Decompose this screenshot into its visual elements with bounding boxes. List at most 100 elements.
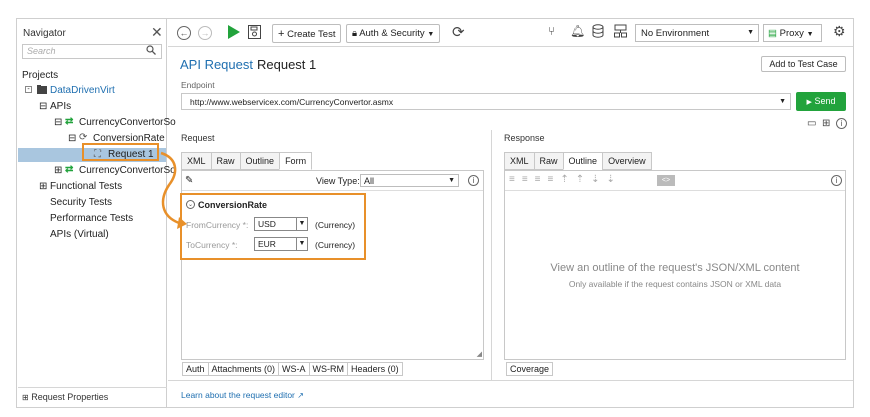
create-test-label: Create Test [287,29,336,40]
view-type-value: All [364,176,375,186]
plus-icon: + [278,28,285,40]
info-icon[interactable]: i [836,118,847,129]
add-to-test-case-button[interactable]: Add to Test Case [761,56,846,72]
info-icon[interactable]: i [831,175,842,186]
navigator-panel: Navigator ✕ Search Projects - DataDriven… [17,19,176,407]
bell-icon[interactable]: 🔔︎ [570,24,585,38]
request-properties-label: Request Properties [31,392,109,402]
environment-value: No Environment [641,28,710,39]
learn-more-link[interactable]: Learn about the request editor ↗ [181,390,304,400]
tree-item-performance-tests[interactable]: Performance Tests [50,213,133,224]
auth-security-label: Auth & Security [359,28,425,39]
tab-ws-a[interactable]: WS-A [278,362,310,376]
endpoint-label: Endpoint [181,80,215,90]
send-label: Send [814,96,836,106]
proxy-label: Proxy [779,28,804,39]
expand-icon[interactable]: ⊞ [39,181,47,192]
tab-raw[interactable]: Raw [210,152,241,170]
toolbar: ← → + Create Test 🔒︎ Auth & Security ▼ ⟳… [168,19,853,47]
view-type-label: View Type: [316,176,360,186]
endpoint-value: http://www.webservicex.com/CurrencyConve… [190,97,394,107]
request-tabs: XML Raw Outline Form [181,152,313,170]
format-toolbar-icons: ≡≡≡≡⇡⇡⇣⇣ [509,174,622,185]
tab-raw[interactable]: Raw [533,152,564,170]
learn-more-label: Learn about the request editor [181,390,295,400]
page-title-type: API Request [180,57,253,72]
view-type-select[interactable]: All ▼ [360,174,459,187]
save-icon[interactable] [248,25,261,42]
response-label: Response [504,133,545,143]
divider [505,190,845,191]
collapse-icon[interactable]: - [25,86,32,93]
tree-item-project[interactable]: DataDrivenVirt [50,85,115,96]
auth-security-button[interactable]: 🔒︎ Auth & Security ▼ [346,24,441,43]
layout-split-icon[interactable]: ⊞ [822,118,830,129]
panel-splitter[interactable] [491,130,492,380]
search-icon[interactable] [146,45,156,58]
request-bottom-tabs: Auth Attachments (0) WS-A WS-RM Headers (0) [182,362,403,376]
tab-xml[interactable]: XML [504,152,535,170]
refresh-icon[interactable]: ⟳ [452,23,465,41]
expand-icon[interactable]: ⊟ [68,133,76,144]
back-icon[interactable]: ← [177,26,191,40]
dropdown-arrow-icon: ▼ [747,29,754,36]
database-icon[interactable] [592,24,604,41]
dropdown-arrow-icon[interactable]: ▼ [779,98,786,105]
request-label: Request [181,133,215,143]
play-icon: ▶ [806,99,812,106]
dropdown-arrow-icon: ▼ [806,31,814,38]
highlight-box [180,193,366,260]
folder-icon [37,85,47,97]
tree-item-security-tests[interactable]: Security Tests [50,197,112,208]
tab-attachments[interactable]: Attachments (0) [207,362,280,376]
projects-label: Projects [22,70,59,81]
expand-icon[interactable]: ⊞ [54,165,62,176]
response-bottom-tabs: Coverage [506,362,554,376]
external-link-icon: ↗ [297,391,304,400]
tab-outline[interactable]: Outline [562,152,604,170]
request-properties-bar[interactable]: ⊞ Request Properties [18,387,167,406]
search-input[interactable]: Search [22,44,162,59]
expand-icon: ⊞ [22,393,29,402]
highlight-box [82,143,159,161]
close-icon[interactable]: ✕ [151,24,163,41]
tree-item-virtual-apis[interactable]: APIs (Virtual) [50,229,109,240]
network-icon[interactable] [614,24,627,41]
expand-icon[interactable]: ⊟ [54,117,62,128]
navigator-title: Navigator [23,28,66,39]
branch-icon[interactable]: ⑂ [548,24,555,38]
divider [168,380,853,381]
tree-item-apis[interactable]: APIs [50,101,71,112]
tab-outline[interactable]: Outline [239,152,281,170]
tab-coverage[interactable]: Coverage [506,362,554,376]
endpoint-input[interactable]: http://www.webservicex.com/CurrencyConve… [181,93,791,110]
page-title-name: Request 1 [257,57,317,72]
send-button[interactable]: ▶ Send [796,92,846,111]
tree-item-service[interactable]: CurrencyConvertorSo [79,117,176,128]
layout-single-icon[interactable]: ▭ [807,118,816,129]
tab-headers[interactable]: Headers (0) [347,362,403,376]
tree-item-functional-tests[interactable]: Functional Tests [50,181,122,192]
environment-select[interactable]: No Environment ▼ [635,24,759,42]
forward-icon[interactable]: → [198,26,212,40]
gear-icon[interactable]: ⚙ [833,23,846,40]
dropdown-arrow-icon: ▼ [448,177,455,184]
tree-item-apis-toggle[interactable]: ⊟ [39,101,47,112]
tab-ws-rm[interactable]: WS-RM [308,362,349,376]
resize-handle-icon[interactable]: ◢ [477,350,482,358]
response-tabs: XML Raw Outline Overview [504,152,652,170]
info-icon[interactable]: i [468,175,479,186]
tab-form[interactable]: Form [279,152,313,170]
tag-icon[interactable]: <> [657,175,675,186]
divider [182,190,483,191]
proxy-button[interactable]: ▤ Proxy ▼ [763,24,822,42]
outline-hint-subtitle: Only available if the request contains J… [568,279,782,289]
service-icon: ⇄ [65,164,74,175]
outline-hint-title: View an outline of the request's JSON/XM… [550,262,800,274]
dropdown-arrow-icon: ▼ [427,31,435,38]
play-icon[interactable] [228,25,240,42]
tab-overview[interactable]: Overview [602,152,652,170]
tab-auth[interactable]: Auth [182,362,209,376]
create-test-button[interactable]: + Create Test [272,24,342,43]
lock-icon: 🔒︎ [352,28,358,39]
